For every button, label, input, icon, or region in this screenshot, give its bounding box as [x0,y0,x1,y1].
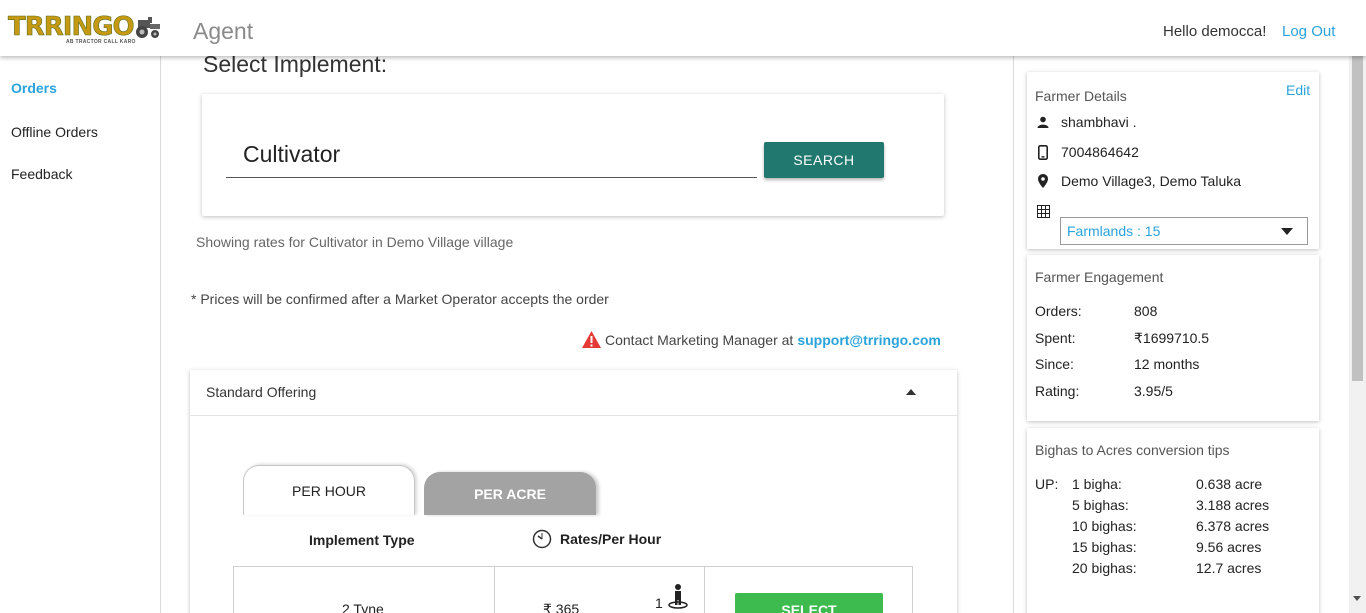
sidebar: Orders Offline Orders Feedback [0,56,161,613]
rates-note: Showing rates for Cultivator in Demo Vil… [196,234,514,250]
contact-line: Contact Marketing Manager at support@trr… [581,330,941,349]
bigha-1: 1 bigha: [1072,476,1122,492]
rates-header: Rates/Per Hour [532,529,661,549]
bigha-15: 15 bighas: [1072,539,1137,555]
farmer-details-title: Farmer Details [1035,88,1127,104]
table-row: 2 Tyne ₹ 365 1 SELECT [233,566,913,613]
rating-label: Rating: [1035,383,1080,399]
farmer-name-row: shambhavi . [1035,114,1136,130]
since-value: 12 months [1134,356,1200,372]
orders-label: Orders: [1035,303,1082,319]
sidebar-item-feedback[interactable]: Feedback [11,166,72,182]
bigha-10: 10 bighas: [1072,518,1137,534]
farmer-address: Demo Village3, Demo Taluka [1061,173,1242,189]
page-title: Select Implement: [203,56,388,77]
farmer-phone-row: 7004864642 [1035,144,1139,160]
person-icon [1035,116,1051,128]
farmer-engagement-card: Farmer Engagement Orders: 808 Spent: ₹16… [1027,255,1319,421]
bigha-20: 20 bighas: [1072,560,1137,576]
state-label: UP: [1035,476,1059,492]
logo-text: TRRINGO [8,12,135,43]
price-note: * Prices will be confirmed after a Marke… [191,291,609,307]
acre-1: 0.638 acre [1196,476,1263,492]
cell-divider [704,567,705,613]
support-email-link[interactable]: support@trringo.com [797,332,941,348]
orders-value: 808 [1134,303,1158,319]
offering-header[interactable]: Standard Offering [190,370,957,416]
rating-value: 3.95/5 [1134,383,1173,399]
conversion-tips-card: Bighas to Acres conversion tips UP: 1 bi… [1027,428,1319,613]
farmer-details-card: Farmer Details Edit shambhavi . 70048646… [1027,72,1319,249]
search-card: SEARCH [202,94,944,216]
scroll-down-arrow-icon[interactable] [1353,596,1361,601]
logo-tagline: AB TRACTOR CALL KARO [66,39,136,45]
operator-count: 1 [655,595,663,611]
tab-per-hour[interactable]: PER HOUR [243,465,415,515]
search-button[interactable]: SEARCH [764,142,884,178]
scrollbar-thumb[interactable] [1352,36,1363,381]
acre-20: 12.7 acres [1196,560,1262,576]
implement-search-input[interactable] [226,132,757,178]
rate-cell: ₹ 365 [543,601,580,613]
trringo-logo[interactable]: TRRINGO AB TRACTOR CALL KARO [8,12,163,46]
implement-type-cell: 2 Tyne [342,601,384,613]
standard-offering-panel: Standard Offering PER HOUR PER ACRE Impl… [190,370,957,613]
logout-link[interactable]: Log Out [1282,23,1335,40]
warning-icon [582,331,601,348]
spent-label: Spent: [1035,330,1076,346]
collapse-caret-icon[interactable] [906,389,916,395]
right-panel: Farmer Details Edit shambhavi . 70048646… [1013,56,1349,613]
tractor-icon [136,17,160,38]
farmer-name: shambhavi . [1061,114,1137,130]
spent-value: ₹1699710.5 [1134,330,1210,346]
tab-per-acre[interactable]: PER ACRE [424,472,596,515]
implement-type-header: Implement Type [309,532,415,548]
acre-5: 3.188 acres [1196,497,1270,513]
acre-10: 6.378 acres [1196,518,1270,534]
engagement-title: Farmer Engagement [1035,269,1164,285]
acre-15: 9.56 acres [1196,539,1262,555]
user-greeting: Hello democca! [1163,23,1267,40]
farmer-address-row: Demo Village3, Demo Taluka [1035,173,1241,189]
cell-divider [494,567,495,613]
sidebar-item-offline-orders[interactable]: Offline Orders [11,124,98,140]
app-title: Agent [193,18,254,44]
chevron-down-icon [1281,228,1293,235]
top-bar: TRRINGO AB TRACTOR CALL KARO Agent Hello… [0,0,1366,56]
select-button[interactable]: SELECT [735,593,883,613]
offering-title: Standard Offering [206,384,317,400]
edit-link[interactable]: Edit [1286,82,1310,98]
conversion-title: Bighas to Acres conversion tips [1035,442,1230,458]
farmer-phone: 7004864642 [1061,144,1139,160]
operator-icon [668,584,688,609]
rates-header-label: Rates/Per Hour [560,531,662,547]
grid-icon [1037,205,1050,223]
sidebar-item-orders[interactable]: Orders [11,80,57,96]
bigha-5: 5 bighas: [1072,497,1129,513]
location-pin-icon [1035,174,1051,188]
since-label: Since: [1035,356,1074,372]
clock-icon [532,529,552,549]
phone-icon [1035,144,1051,160]
contact-text: Contact Marketing Manager at [605,331,794,348]
page-scrollbar[interactable] [1349,30,1366,613]
farmlands-dropdown[interactable]: Farmlands : 15 [1060,217,1308,245]
farmlands-selected: Farmlands : 15 [1067,223,1161,239]
main-content: Select Implement: SEARCH Showing rates f… [161,56,1013,613]
